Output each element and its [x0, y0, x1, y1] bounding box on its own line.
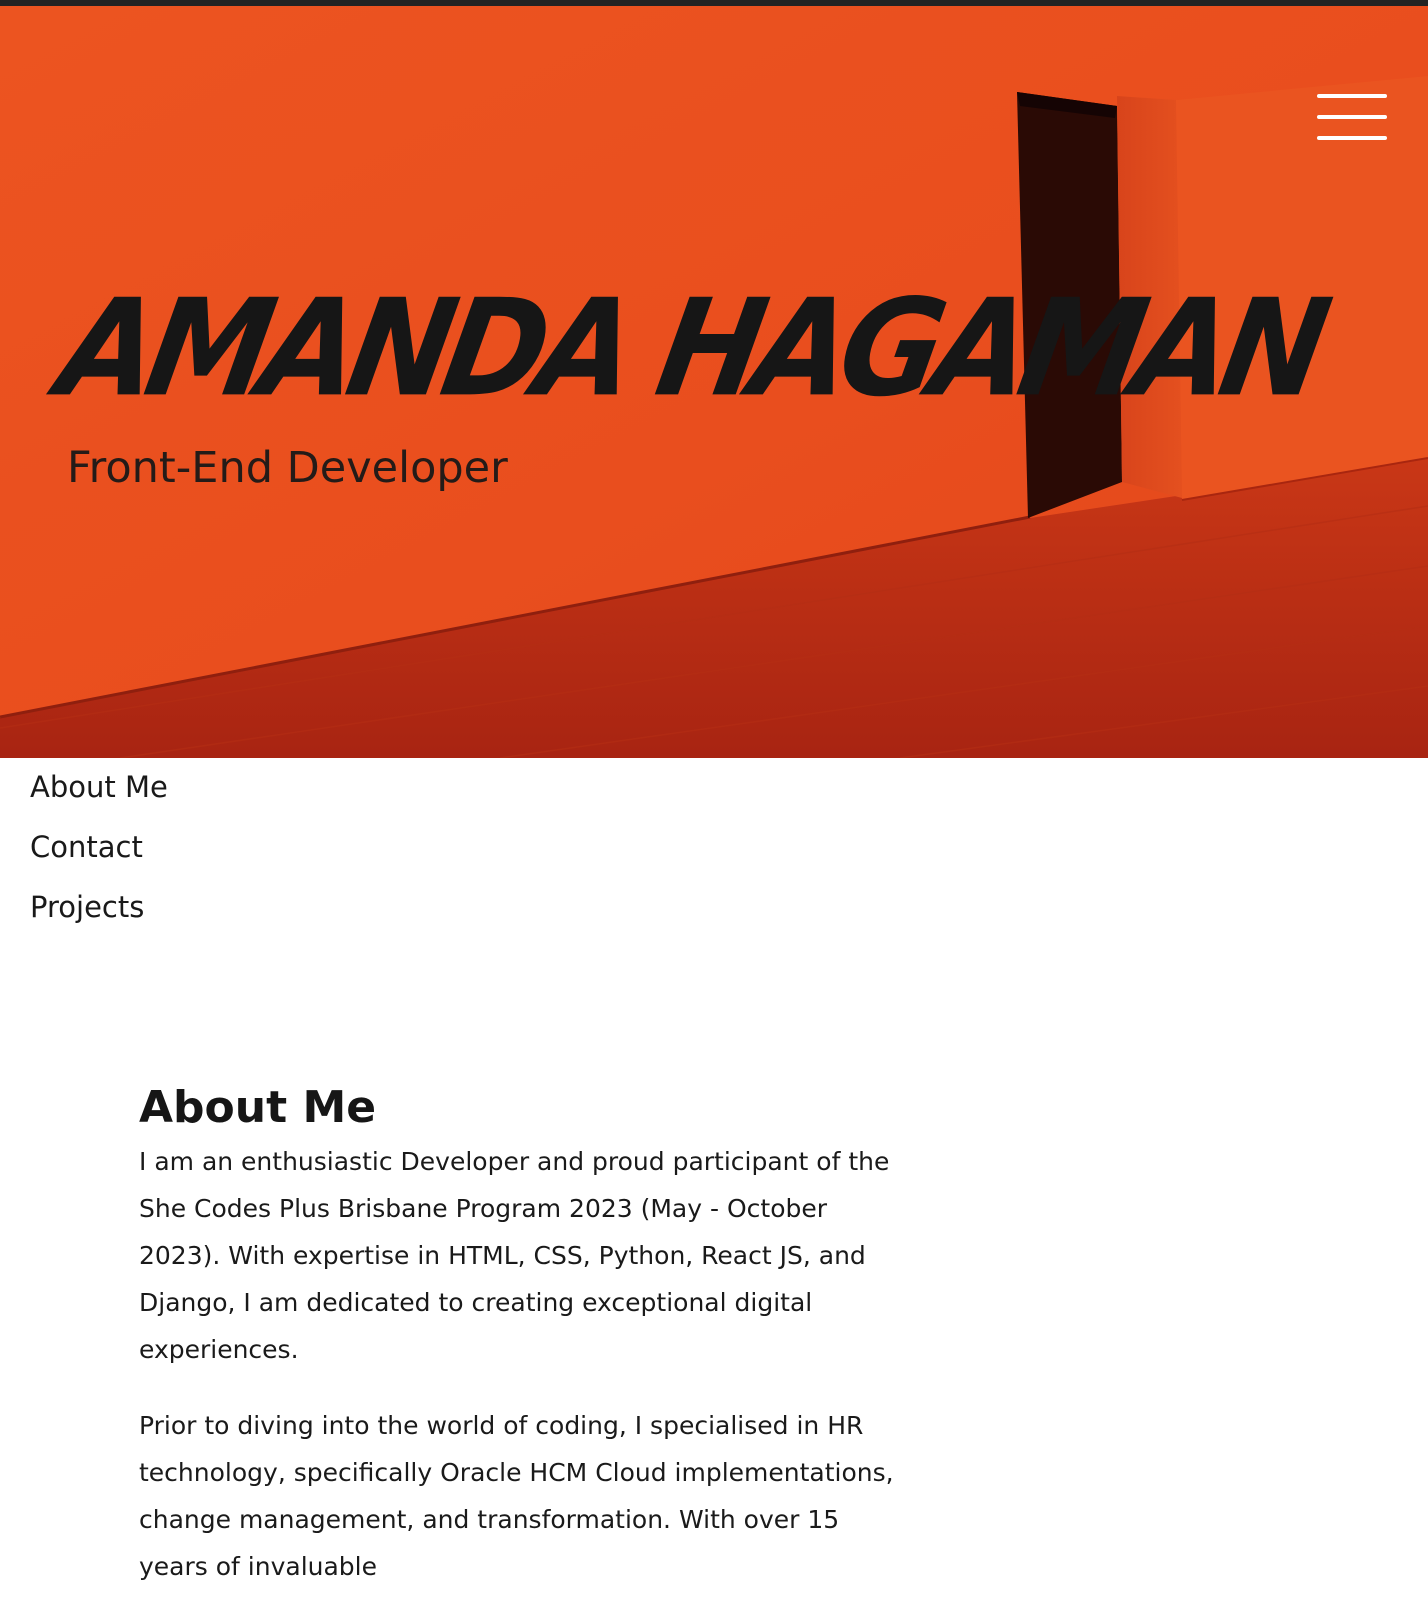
nav-item-about-me: About Me [30, 762, 168, 822]
about-section: About Me I am an enthusiastic Developer … [139, 1080, 909, 1619]
nav-item-contact: Contact [30, 822, 168, 882]
nav-item-projects: Projects [30, 882, 168, 942]
about-paragraph: I am an enthusiastic Developer and proud… [139, 1147, 890, 1364]
job-title: Front-End Developer [67, 443, 508, 493]
hamburger-menu-button[interactable] [1312, 88, 1388, 144]
about-heading: About Me [139, 1082, 377, 1133]
nav-link-about-me[interactable]: About Me [30, 770, 168, 804]
nav-link-contact[interactable]: Contact [30, 830, 143, 864]
hamburger-menu-icon-bar [1317, 115, 1387, 119]
site-owner-name: AMANDA HAGAMAN [48, 271, 1332, 427]
nav-link-projects[interactable]: Projects [30, 890, 144, 924]
hero-banner: AMANDA HAGAMAN Front-End Developer [0, 6, 1428, 758]
hamburger-menu-icon-bar [1317, 94, 1387, 98]
hamburger-menu-icon-bar [1317, 136, 1387, 140]
about-paragraph: Prior to diving into the world of coding… [139, 1411, 894, 1581]
main-navigation: About Me Contact Projects [30, 762, 168, 942]
